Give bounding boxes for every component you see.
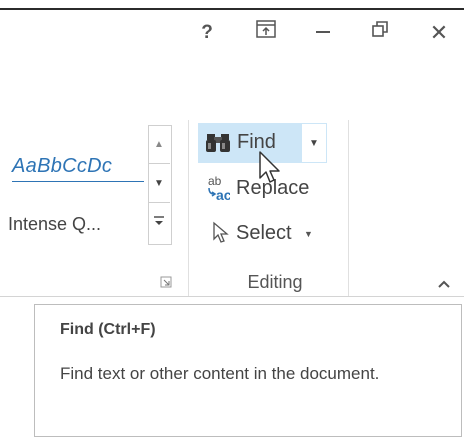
more-styles-icon	[154, 216, 164, 225]
ribbon-display-options-icon	[256, 20, 276, 38]
svg-text:ab: ab	[208, 174, 222, 188]
group-separator	[348, 120, 349, 296]
style-name-label[interactable]: Intense Q...	[8, 214, 101, 235]
minimize-button[interactable]	[310, 20, 336, 46]
mouse-pointer-icon	[259, 151, 280, 183]
collapse-ribbon-button[interactable]	[436, 276, 452, 292]
svg-text:ac: ac	[216, 187, 230, 202]
title-bar	[0, 0, 464, 100]
gallery-more-button[interactable]	[148, 203, 170, 241]
find-button[interactable]: Find	[198, 123, 303, 163]
replace-icon: ab ac	[208, 174, 230, 202]
style-preview-text[interactable]: AaBbCcDc	[12, 155, 112, 178]
select-button[interactable]: Select ▼	[200, 216, 330, 250]
binoculars-icon	[206, 134, 230, 152]
help-button[interactable]: ?	[193, 20, 221, 46]
minimize-icon	[316, 31, 330, 33]
title-bar-border	[0, 8, 464, 10]
styles-dialog-launcher[interactable]	[160, 276, 172, 288]
editing-group-label: Editing	[247, 272, 303, 292]
dialog-launcher-icon	[160, 276, 172, 288]
close-button[interactable]: ✕	[424, 20, 454, 46]
select-label: Select	[236, 222, 292, 244]
group-separator	[188, 120, 189, 296]
scroll-down-icon: ▼	[154, 177, 164, 189]
chevron-down-icon: ▼	[309, 137, 319, 149]
ribbon-display-options-button[interactable]	[252, 20, 280, 46]
tooltip-description: Find text or other content in the docume…	[60, 364, 380, 383]
gallery-scroll-up-button[interactable]: ▲	[148, 125, 170, 164]
ribbon-bottom-border	[0, 296, 464, 297]
tooltip-title: Find (Ctrl+F)	[60, 321, 156, 338]
help-icon: ?	[201, 22, 213, 43]
restore-icon	[372, 21, 388, 37]
select-cursor-icon	[213, 221, 229, 243]
close-icon: ✕	[429, 20, 449, 45]
scroll-up-icon: ▲	[154, 138, 164, 150]
chevron-up-icon	[438, 280, 450, 288]
restore-button[interactable]	[367, 20, 393, 46]
find-dropdown-button[interactable]: ▼	[301, 123, 327, 163]
gallery-scroll-down-button[interactable]: ▼	[148, 164, 170, 203]
style-preview-underline	[12, 181, 144, 182]
select-dropdown-icon: ▼	[304, 229, 313, 239]
